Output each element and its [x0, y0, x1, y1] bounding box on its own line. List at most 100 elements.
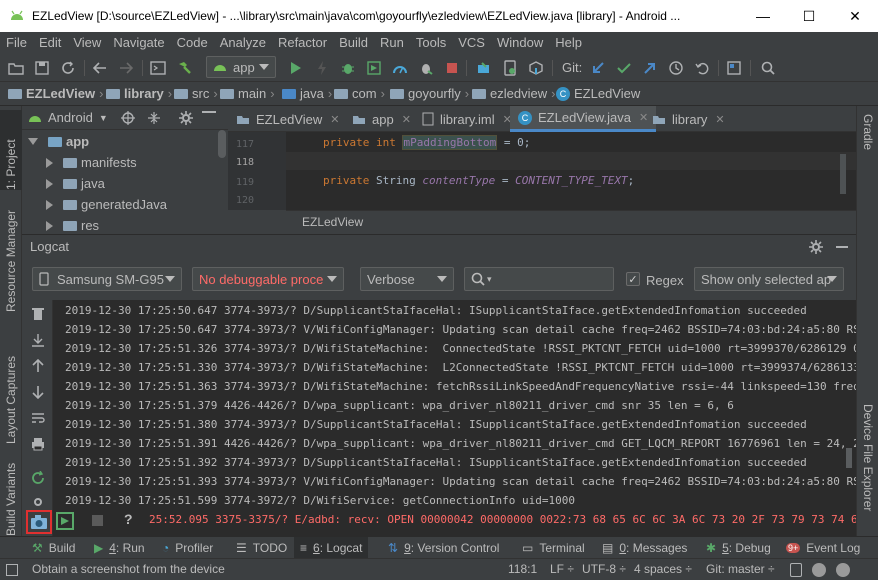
search-everywhere-icon[interactable]	[758, 58, 778, 78]
sdk-manager-icon[interactable]	[526, 58, 546, 78]
tab-app[interactable]: app ✕	[344, 106, 419, 132]
notification-icon[interactable]	[836, 563, 850, 577]
git-push-icon[interactable]	[640, 58, 660, 78]
tab-version-control[interactable]: ⇅ 9: Version Control	[382, 537, 505, 559]
apply-changes-icon[interactable]	[312, 58, 332, 78]
breadcrumb-item[interactable]: library ›	[106, 86, 176, 101]
structure-breadcrumb[interactable]: EZLedView	[286, 210, 856, 232]
tab-debug[interactable]: ✱ 5: Debug	[700, 537, 777, 559]
locate-target-icon[interactable]	[118, 108, 138, 128]
project-structure-icon[interactable]	[724, 58, 744, 78]
tool-windows-toggle-icon[interactable]	[6, 564, 18, 576]
minimize-button[interactable]: —	[740, 0, 786, 32]
menu-file[interactable]: File	[0, 32, 33, 54]
hide-panel-icon[interactable]	[202, 111, 216, 113]
menu-edit[interactable]: Edit	[33, 32, 67, 54]
tab-logcat[interactable]: ≡ 6: Logcat	[294, 537, 369, 559]
up-arrow-icon[interactable]	[28, 356, 48, 376]
tab-resource-manager[interactable]: Resource Manager	[0, 202, 22, 312]
tab-profiler[interactable]: ◔ Profiler	[156, 537, 219, 559]
menu-navigate[interactable]: Navigate	[107, 32, 170, 54]
rollback-icon[interactable]	[692, 58, 712, 78]
breadcrumb-item[interactable]: main ›	[220, 86, 279, 101]
profile-icon[interactable]	[390, 58, 410, 78]
screen-record-icon[interactable]	[56, 512, 74, 530]
help-icon[interactable]: ?	[124, 511, 133, 527]
inspector-face-icon[interactable]	[812, 563, 826, 577]
avd-manager-icon[interactable]	[500, 58, 520, 78]
close-button[interactable]: ✕	[832, 0, 878, 32]
print-icon[interactable]	[28, 434, 48, 454]
run-config-select[interactable]: app	[206, 56, 276, 78]
tree-item-res[interactable]: res	[46, 218, 99, 233]
open-folder-icon[interactable]	[6, 58, 26, 78]
breadcrumb-item[interactable]: C EZLedView	[556, 86, 640, 101]
lock-icon[interactable]	[790, 563, 802, 577]
menu-refactor[interactable]: Refactor	[272, 32, 333, 54]
back-arrow-icon[interactable]	[90, 58, 110, 78]
settings-small-icon[interactable]	[28, 492, 48, 512]
run-icon[interactable]	[286, 58, 306, 78]
make-project-hammer-icon[interactable]	[174, 58, 194, 78]
stop-icon[interactable]	[442, 58, 462, 78]
tab-ezledview[interactable]: EZLedView ✕	[228, 106, 347, 132]
tab-layout-captures[interactable]: Layout Captures	[0, 334, 22, 444]
tab-library-iml[interactable]: library.iml ✕	[414, 106, 520, 132]
debug-bug-icon[interactable]	[338, 58, 358, 78]
caret-position[interactable]: 118:1	[508, 562, 537, 576]
tab-build-variants[interactable]: Build Variants	[0, 454, 22, 536]
down-arrow-icon[interactable]	[28, 382, 48, 402]
run-coverage-icon[interactable]	[364, 58, 384, 78]
gear-icon[interactable]	[806, 237, 826, 257]
git-update-icon[interactable]	[588, 58, 608, 78]
breadcrumb-item[interactable]: goyourfly ›	[390, 86, 473, 101]
search-input[interactable]: ▾	[464, 267, 614, 291]
tab-library[interactable]: library ✕	[644, 106, 733, 132]
attach-debugger-icon[interactable]	[416, 58, 436, 78]
tab-run[interactable]: ▶ 4: Run	[88, 537, 151, 559]
maximize-button[interactable]: ☐	[786, 0, 832, 32]
process-select[interactable]: No debuggable proce	[192, 267, 344, 291]
line-separator[interactable]: LF ÷	[550, 562, 574, 576]
tree-item-manifests[interactable]: manifests	[46, 155, 137, 170]
collapse-all-icon[interactable]	[144, 108, 164, 128]
menu-tools[interactable]: Tools	[410, 32, 452, 54]
breadcrumb-item[interactable]: com ›	[334, 86, 389, 101]
breadcrumb-item[interactable]: java ›	[282, 86, 336, 101]
gear-icon[interactable]	[176, 108, 196, 128]
indent-setting[interactable]: 4 spaces ÷	[634, 562, 692, 576]
menu-view[interactable]: View	[67, 32, 107, 54]
log-level-select[interactable]: Verbose	[360, 267, 454, 291]
regex-checkbox[interactable]: ✓	[626, 272, 640, 286]
tab-terminal[interactable]: ▭ Terminal	[516, 537, 591, 559]
hide-panel-icon[interactable]	[836, 246, 848, 248]
tab-gradle[interactable]: Gradle	[857, 114, 878, 178]
save-icon[interactable]	[32, 58, 52, 78]
terminal-window-icon[interactable]	[148, 58, 168, 78]
project-scrollbar[interactable]	[218, 130, 226, 158]
file-encoding[interactable]: UTF-8 ÷	[582, 562, 626, 576]
project-view-select[interactable]: Android ▼	[28, 110, 108, 125]
screenshot-button[interactable]	[26, 510, 52, 534]
menu-vcs[interactable]: VCS	[452, 32, 491, 54]
menu-help[interactable]: Help	[549, 32, 588, 54]
scroll-to-end-icon[interactable]	[28, 330, 48, 350]
history-clock-icon[interactable]	[666, 58, 686, 78]
tab-todo[interactable]: ☰ TODO	[230, 537, 293, 559]
tab-messages[interactable]: ▤ 0: Messages	[596, 537, 693, 559]
breadcrumb-item[interactable]: EZLedView ›	[8, 86, 107, 101]
device-select[interactable]: Samsung SM-G95	[32, 267, 182, 291]
menu-code[interactable]: Code	[171, 32, 214, 54]
menu-run[interactable]: Run	[374, 32, 410, 54]
menu-window[interactable]: Window	[491, 32, 549, 54]
tab-event-log[interactable]: 9+ Event Log	[780, 537, 866, 559]
filter-config-select[interactable]: Show only selected ap	[694, 267, 844, 291]
clear-logcat-trash-icon[interactable]	[28, 304, 48, 324]
restart-icon[interactable]	[28, 468, 48, 488]
tab-project[interactable]: 1: Project	[0, 110, 22, 190]
forward-arrow-icon[interactable]	[116, 58, 136, 78]
tree-item-generatedjava[interactable]: generatedJava	[46, 197, 167, 212]
tree-item-app[interactable]: app	[28, 134, 89, 149]
tab-build[interactable]: ⚒ Build	[26, 537, 81, 559]
menu-build[interactable]: Build	[333, 32, 374, 54]
